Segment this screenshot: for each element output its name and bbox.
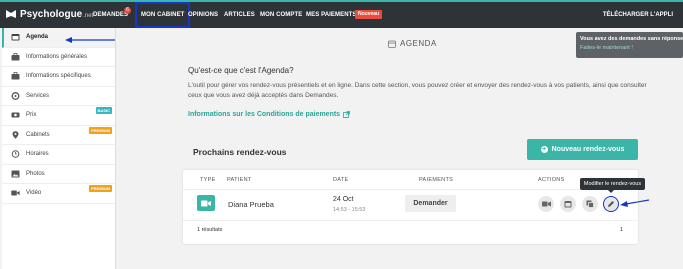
premium-badge: PREMIUM (89, 126, 112, 134)
sidebar-item-horaires[interactable]: Horaires (2, 145, 115, 165)
sidebar-item-cabinets[interactable]: Cabinets PREMIUM (2, 126, 115, 145)
sidebar-item-prix[interactable]: Prix BASIC (2, 106, 115, 126)
nav-mes-paiements-label: MES PAIEMENTS (306, 12, 357, 18)
logo-suffix: .net (83, 12, 94, 19)
annotation-arrow-icon (65, 37, 115, 43)
gear-icon (11, 91, 20, 100)
appointment-time: 14:53 - 15:53 (333, 207, 366, 213)
new-appointment-button-label: Nouveau rendez-vous (551, 146, 625, 153)
appointment-date: 24 Oct (333, 196, 354, 203)
image-icon (11, 170, 20, 178)
sidebar-item-informations-specifiques[interactable]: Informations spécifiques (2, 67, 115, 87)
edit-appointment-button[interactable] (603, 196, 619, 212)
request-payment-button[interactable]: Demander (405, 195, 456, 212)
sidebar-item-label: Services (26, 92, 50, 99)
annotation-arrow-icon (620, 199, 650, 207)
demandes-count-badge: 6 (124, 7, 131, 14)
nav-articles[interactable]: ARTICLES (224, 2, 255, 28)
page-title-text: AGENDA (400, 39, 437, 48)
page-number[interactable]: 1 (620, 227, 623, 233)
view-appointment-button[interactable] (560, 196, 576, 212)
download-app-link[interactable]: TÉLÉCHARGER L'APPLI (603, 2, 673, 28)
sidebar-item-label: Agenda (26, 34, 49, 41)
logo[interactable]: Psychologue .net (5, 8, 93, 20)
basic-badge: BASIC (95, 107, 112, 114)
premium-badge: PREMIUM (89, 185, 112, 192)
sidebar-item-label: Vidéo (26, 190, 42, 197)
briefcase-icon (11, 52, 20, 61)
column-header-paiements: PAIEMENTS (419, 177, 454, 183)
column-header-date: DATE (333, 177, 349, 183)
page-title: AGENDA (388, 39, 437, 48)
divider (183, 220, 638, 221)
sidebar-item-photos[interactable]: Photos (2, 165, 115, 184)
intro-text: L'outil pour gérer vos rendez-vous prése… (188, 82, 647, 99)
results-count: 1 résultats (197, 227, 223, 233)
video-call-icon (197, 195, 215, 211)
intro-question: Qu'est-ce que c'est l'Agenda? (188, 66, 294, 75)
sidebar-item-services[interactable]: Services (2, 87, 115, 106)
pencil-icon (608, 201, 614, 207)
nav-mon-compte-label: MON COMPTE (260, 12, 303, 18)
tooltip-pointer (608, 190, 614, 193)
sidebar-item-label: Informations générales (26, 53, 88, 60)
sidebar-item-informations-generales[interactable]: Informations générales (2, 48, 115, 67)
notice-link[interactable]: Faites-le maintenant ! (580, 45, 679, 51)
top-navigation-bar: Psychologue .net DEMANDES 6 MON CABINET … (0, 0, 683, 28)
divider (183, 189, 638, 190)
external-link-icon (343, 111, 350, 118)
sidebar-item-label: Photos (26, 170, 45, 177)
duplicate-appointment-button[interactable] (582, 196, 598, 212)
new-appointment-button[interactable]: + Nouveau rendez-vous (527, 139, 638, 160)
appointments-table: TYPE PATIENT DATE PAIEMENTS ACTIONS Dian… (183, 170, 638, 244)
nav-mon-cabinet-label: MON CABINET (141, 12, 185, 18)
video-icon (11, 190, 20, 196)
column-header-type: TYPE (200, 177, 216, 183)
video-icon (541, 201, 551, 207)
patient-name[interactable]: Diana Prueba (228, 200, 274, 209)
sidebar: Agenda Informations générales Informatio… (2, 28, 116, 269)
sidebar-item-label: Horaires (26, 151, 49, 158)
plus-icon: + (540, 146, 548, 153)
logo-icon (6, 10, 16, 18)
sidebar-item-label: Informations spécifiques (26, 73, 91, 80)
upcoming-appointments-title: Prochains rendez-vous (193, 147, 287, 157)
clock-icon (11, 150, 20, 159)
nav-opinions[interactable]: OPINIONS (188, 2, 218, 28)
calendar-icon (388, 40, 396, 48)
briefcase-icon (11, 72, 20, 80)
edit-tooltip: Modifier le rendez-vous (580, 178, 645, 190)
nav-demandes-label: DEMANDES (93, 12, 129, 18)
column-header-actions: ACTIONS (538, 177, 565, 183)
nav-mes-paiements[interactable]: MES PAIEMENTS (306, 2, 357, 28)
pending-requests-notice: Vous avez des demandes sans réponse Fait… (576, 32, 683, 58)
logo-text: Psychologue (20, 8, 83, 20)
payment-conditions-link-text: Informations sur les Conditions de paiem… (188, 111, 341, 118)
nav-demandes[interactable]: DEMANDES (93, 2, 128, 28)
copy-icon (586, 200, 594, 208)
nav-mon-cabinet[interactable]: MON CABINET (135, 2, 191, 28)
nouveau-badge: Nouveau (355, 10, 383, 19)
notice-text: Vous avez des demandes sans réponse (580, 36, 683, 42)
calendar-icon (11, 34, 20, 41)
map-pin-icon (12, 131, 19, 139)
sidebar-item-video[interactable]: Vidéo PREMIUM (2, 184, 115, 204)
sidebar-item-label: Cabinets (26, 131, 50, 138)
calendar-icon (564, 201, 572, 208)
money-icon (11, 112, 20, 118)
nav-opinions-label: OPINIONS (188, 12, 219, 18)
column-header-patient: PATIENT (227, 177, 252, 183)
video-call-button[interactable] (538, 196, 554, 212)
sidebar-item-label: Prix (26, 112, 37, 119)
nav-mon-compte[interactable]: MON COMPTE (260, 2, 302, 28)
payment-conditions-link[interactable]: Informations sur les Conditions de paiem… (188, 111, 350, 118)
nav-articles-label: ARTICLES (224, 12, 255, 18)
